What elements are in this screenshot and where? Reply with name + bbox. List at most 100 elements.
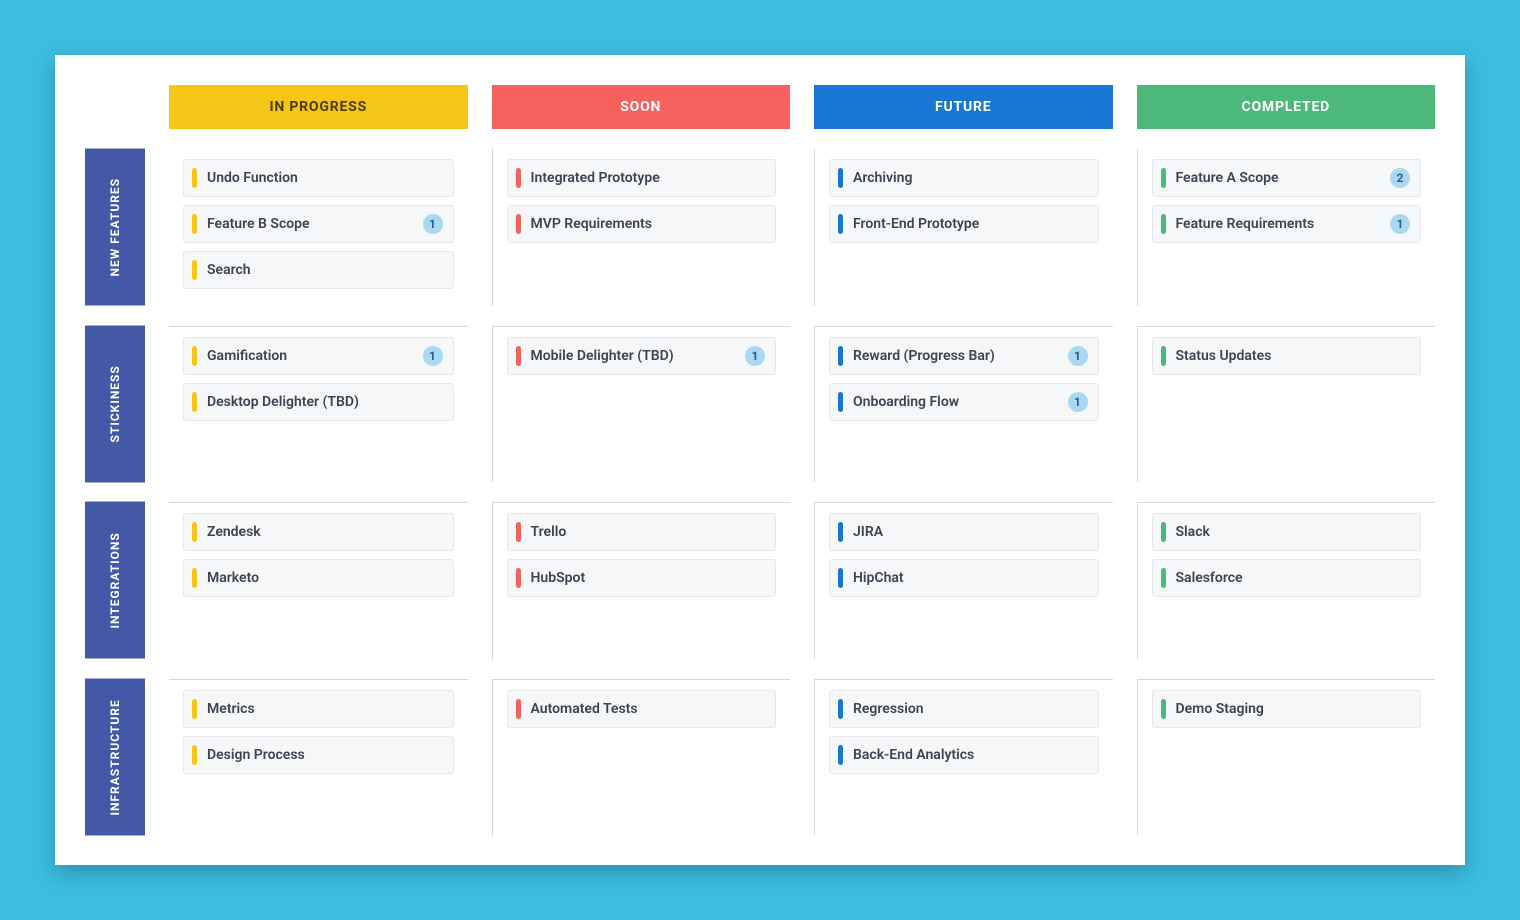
card-title: Status Updates xyxy=(1176,348,1411,364)
roadmap-card[interactable]: Undo Function xyxy=(183,159,454,197)
card-accent xyxy=(192,392,197,412)
column-header-in-progress[interactable]: IN PROGRESS xyxy=(169,85,468,129)
card-title: HipChat xyxy=(853,570,1088,586)
card-accent xyxy=(192,168,197,188)
roadmap-card[interactable]: MVP Requirements xyxy=(507,205,777,243)
cell-stickiness-in-progress[interactable]: Gamification1 Desktop Delighter (TBD) xyxy=(169,326,468,483)
card-accent xyxy=(1161,568,1166,588)
cell-integrations-future[interactable]: JIRA HipChat xyxy=(814,502,1113,659)
card-title: Marketo xyxy=(207,570,443,586)
column-header-soon[interactable]: SOON xyxy=(492,85,791,129)
cell-infrastructure-in-progress[interactable]: Metrics Design Process xyxy=(169,679,468,836)
card-accent xyxy=(192,745,197,765)
roadmap-card[interactable]: Design Process xyxy=(183,736,454,774)
roadmap-card[interactable]: Front-End Prototype xyxy=(829,205,1099,243)
column-header-future[interactable]: FUTURE xyxy=(814,85,1113,129)
card-accent xyxy=(516,522,521,542)
card-title: Integrated Prototype xyxy=(531,170,766,186)
roadmap-card[interactable]: Feature A Scope 2 xyxy=(1152,159,1422,197)
cell-new-features-in-progress[interactable]: Undo Function Feature B Scope1 Search xyxy=(169,149,468,306)
roadmap-card[interactable]: HipChat xyxy=(829,559,1099,597)
card-title: Undo Function xyxy=(207,170,443,186)
roadmap-card[interactable]: Integrated Prototype xyxy=(507,159,777,197)
cell-infrastructure-future[interactable]: Regression Back-End Analytics xyxy=(814,679,1113,836)
roadmap-card[interactable]: Gamification1 xyxy=(183,337,454,375)
roadmap-card[interactable]: Status Updates xyxy=(1152,337,1422,375)
card-title: Back-End Analytics xyxy=(853,747,1088,763)
cell-stickiness-future[interactable]: Reward (Progress Bar)1 Onboarding Flow1 xyxy=(814,326,1113,483)
card-accent xyxy=(838,346,843,366)
card-accent xyxy=(192,260,197,280)
card-title: Feature B Scope xyxy=(207,216,413,232)
card-accent xyxy=(516,346,521,366)
roadmap-card[interactable]: Demo Staging xyxy=(1152,690,1422,728)
roadmap-card[interactable]: HubSpot xyxy=(507,559,777,597)
row-header-label: INTEGRATIONS xyxy=(108,532,122,628)
row-header-label: INFRASTRUCTURE xyxy=(108,699,122,815)
row-header-new-features[interactable]: NEW FEATURES xyxy=(85,149,145,306)
roadmap-card[interactable]: Mobile Delighter (TBD)1 xyxy=(507,337,777,375)
roadmap-card[interactable]: Onboarding Flow1 xyxy=(829,383,1099,421)
card-title: Regression xyxy=(853,701,1088,717)
card-accent xyxy=(1161,168,1166,188)
roadmap-card[interactable]: Desktop Delighter (TBD) xyxy=(183,383,454,421)
card-accent xyxy=(516,214,521,234)
roadmap-card[interactable]: Feature B Scope1 xyxy=(183,205,454,243)
card-title: MVP Requirements xyxy=(531,216,766,232)
row-header-stickiness[interactable]: STICKINESS xyxy=(85,326,145,483)
roadmap-card[interactable]: Archiving xyxy=(829,159,1099,197)
card-title: HubSpot xyxy=(531,570,766,586)
card-title: Demo Staging xyxy=(1176,701,1411,717)
cell-new-features-completed[interactable]: Feature A Scope 2 Feature Requirements1 xyxy=(1137,149,1436,306)
column-header-label: COMPLETED xyxy=(1241,99,1330,115)
card-title: Automated Tests xyxy=(531,701,766,717)
roadmap-card[interactable]: Search xyxy=(183,251,454,289)
card-count-badge: 1 xyxy=(745,346,765,366)
card-title: Trello xyxy=(531,524,766,540)
roadmap-card[interactable]: Marketo xyxy=(183,559,454,597)
roadmap-card[interactable]: Regression xyxy=(829,690,1099,728)
card-accent xyxy=(516,168,521,188)
cell-integrations-soon[interactable]: Trello HubSpot xyxy=(492,502,791,659)
roadmap-card[interactable]: Salesforce xyxy=(1152,559,1422,597)
card-accent xyxy=(838,745,843,765)
card-accent xyxy=(192,699,197,719)
card-count-badge: 2 xyxy=(1390,168,1410,188)
card-title: Archiving xyxy=(853,170,1088,186)
cell-new-features-future[interactable]: Archiving Front-End Prototype xyxy=(814,149,1113,306)
row-header-integrations[interactable]: INTEGRATIONS xyxy=(85,502,145,659)
cell-stickiness-soon[interactable]: Mobile Delighter (TBD)1 xyxy=(492,326,791,483)
cell-infrastructure-completed[interactable]: Demo Staging xyxy=(1137,679,1436,836)
card-title: Front-End Prototype xyxy=(853,216,1088,232)
card-title: Search xyxy=(207,262,443,278)
card-accent xyxy=(1161,522,1166,542)
card-accent xyxy=(192,568,197,588)
card-accent xyxy=(192,214,197,234)
card-count-badge: 1 xyxy=(1068,346,1088,366)
card-count-badge: 1 xyxy=(423,346,443,366)
cell-stickiness-completed[interactable]: Status Updates xyxy=(1137,326,1436,483)
row-header-infrastructure[interactable]: INFRASTRUCTURE xyxy=(85,679,145,836)
cell-integrations-completed[interactable]: Slack Salesforce xyxy=(1137,502,1436,659)
roadmap-card[interactable]: JIRA xyxy=(829,513,1099,551)
card-accent xyxy=(838,522,843,542)
roadmap-card[interactable]: Back-End Analytics xyxy=(829,736,1099,774)
column-header-label: FUTURE xyxy=(935,99,991,115)
column-header-completed[interactable]: COMPLETED xyxy=(1137,85,1436,129)
roadmap-card[interactable]: Zendesk xyxy=(183,513,454,551)
roadmap-card[interactable]: Slack xyxy=(1152,513,1422,551)
card-title: Feature A Scope xyxy=(1176,170,1381,186)
cell-integrations-in-progress[interactable]: Zendesk Marketo xyxy=(169,502,468,659)
roadmap-card[interactable]: Trello xyxy=(507,513,777,551)
roadmap-card[interactable]: Metrics xyxy=(183,690,454,728)
column-header-label: IN PROGRESS xyxy=(269,99,367,115)
roadmap-card[interactable]: Feature Requirements1 xyxy=(1152,205,1422,243)
roadmap-board: IN PROGRESS SOON FUTURE COMPLETED NEW FE… xyxy=(85,85,1435,835)
card-title: Design Process xyxy=(207,747,443,763)
roadmap-card[interactable]: Automated Tests xyxy=(507,690,777,728)
cell-new-features-soon[interactable]: Integrated Prototype MVP Requirements xyxy=(492,149,791,306)
row-header-label: NEW FEATURES xyxy=(108,178,122,277)
roadmap-card[interactable]: Reward (Progress Bar)1 xyxy=(829,337,1099,375)
card-accent xyxy=(838,392,843,412)
cell-infrastructure-soon[interactable]: Automated Tests xyxy=(492,679,791,836)
